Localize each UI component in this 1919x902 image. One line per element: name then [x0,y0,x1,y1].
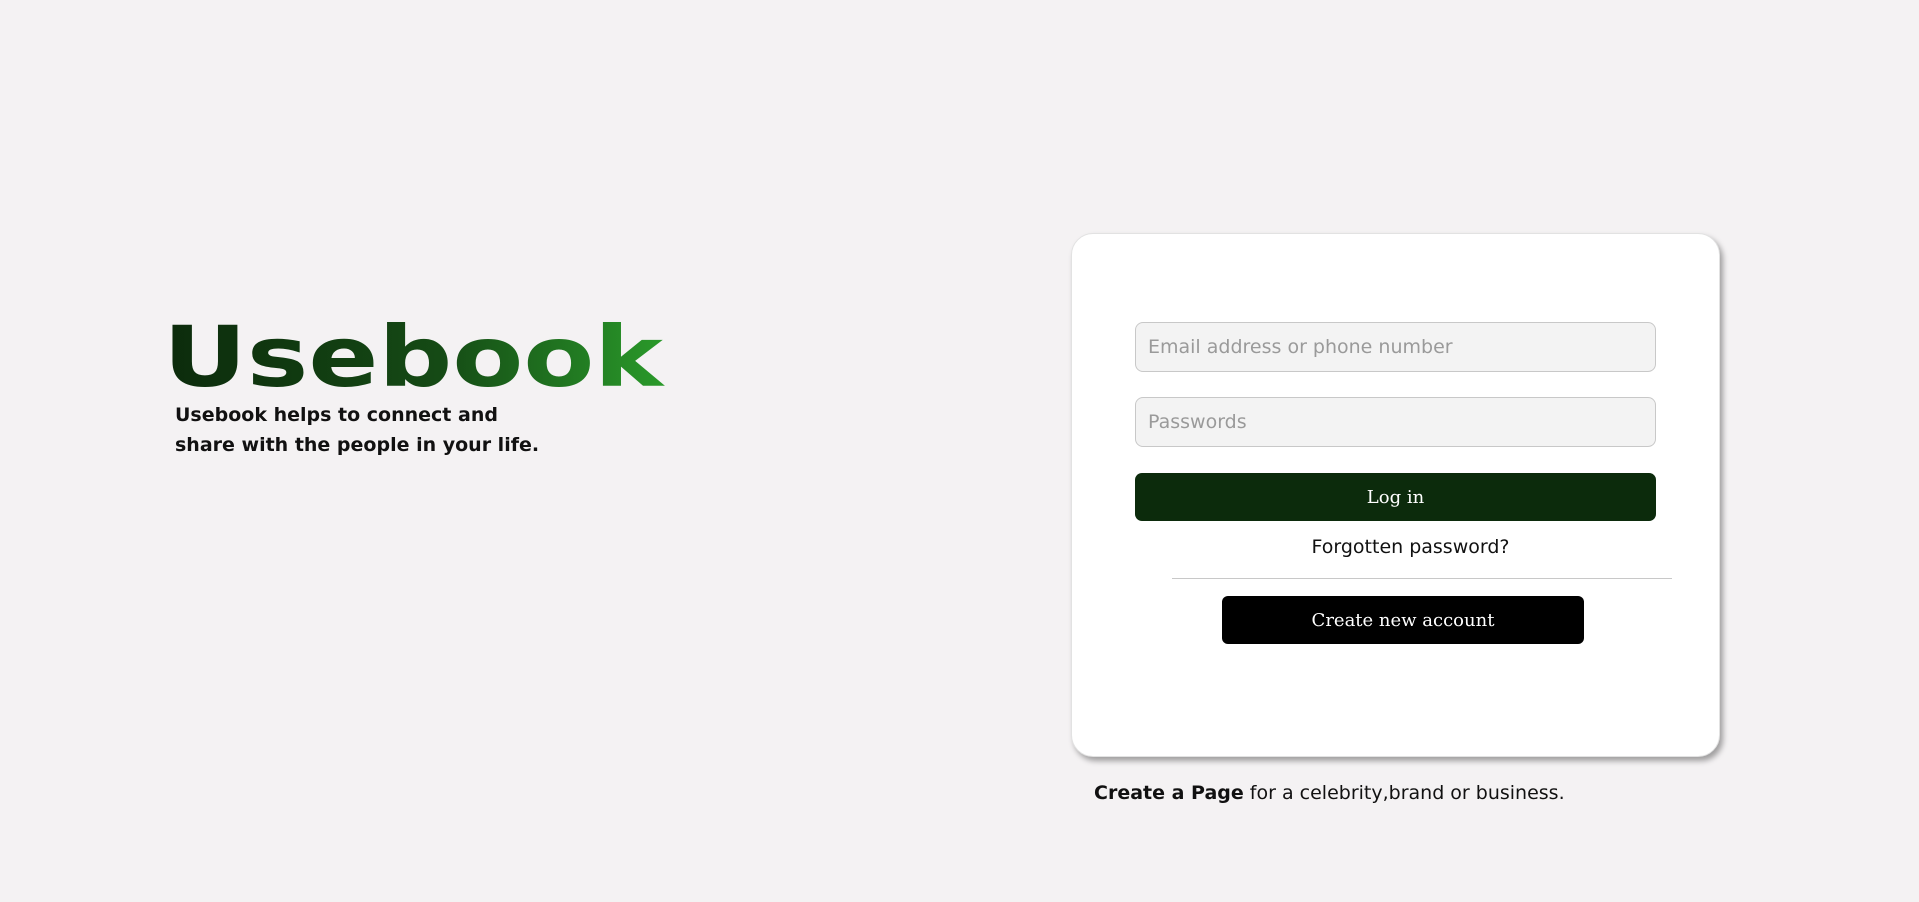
email-input[interactable] [1135,322,1656,372]
login-page: Usebook Usebook helps to connect and sha… [0,0,1919,902]
create-page-suffix: for a celebrity,brand or business. [1243,782,1565,804]
login-button[interactable]: Log in [1135,473,1656,521]
logo-text: Usebook [163,320,665,392]
create-page-text: Create a Page for a celebrity,brand or b… [1094,782,1565,804]
brand-section: Usebook Usebook helps to connect and sha… [163,320,683,460]
login-card: Log in Forgotten password? Create new ac… [1071,233,1720,757]
forgot-password-link[interactable]: Forgotten password? [1072,536,1721,558]
create-account-button[interactable]: Create new account [1222,596,1584,644]
usebook-logo: Usebook [163,320,665,392]
create-page-link[interactable]: Create a Page [1094,782,1244,804]
divider [1172,578,1672,579]
password-input[interactable] [1135,397,1656,447]
tagline: Usebook helps to connect and share with … [175,404,540,456]
